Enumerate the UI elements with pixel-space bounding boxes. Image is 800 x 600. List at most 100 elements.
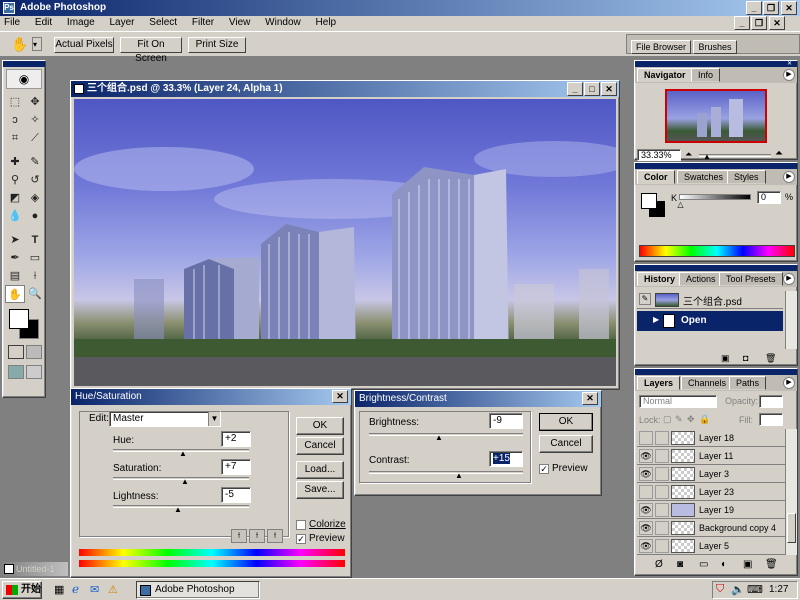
visibility-eye-icon[interactable] xyxy=(639,431,653,445)
notes-tool-icon[interactable]: ▤ xyxy=(5,267,25,285)
taskbar-photoshop-button[interactable]: Adobe Photoshop xyxy=(136,581,260,599)
layer-row[interactable]: 👁 Layer 19 xyxy=(637,501,785,519)
lightness-slider-thumb[interactable]: ▲ xyxy=(174,506,182,514)
layer-row[interactable]: Layer 18 xyxy=(637,429,785,447)
hand-tool-box-icon[interactable]: ✋ xyxy=(5,285,25,303)
bc-cancel-button[interactable]: Cancel xyxy=(539,435,593,453)
print-size-button[interactable]: Print Size xyxy=(188,37,246,53)
menu-image[interactable]: Image xyxy=(67,17,95,28)
tab-actions[interactable]: Actions xyxy=(679,272,723,286)
navigator-menu-icon[interactable]: ▶ xyxy=(783,69,795,81)
quicklaunch-ie-icon[interactable]: ℯ xyxy=(72,582,79,596)
brushes-tab[interactable]: Brushes xyxy=(693,40,737,54)
layer-row[interactable]: 👁 Layer 11 xyxy=(637,447,785,465)
k-value-field[interactable]: 0 xyxy=(757,191,781,204)
layer-link-icon[interactable] xyxy=(655,521,669,535)
lock-all-icon[interactable]: 🔒 xyxy=(699,414,710,425)
visibility-eye-icon[interactable] xyxy=(639,485,653,499)
antivirus-tray-icon[interactable]: ⛉ xyxy=(716,583,724,596)
minimize-button[interactable]: _ xyxy=(746,1,762,15)
zoom-tool-icon[interactable]: 🔍 xyxy=(25,285,45,303)
shape-tool-icon[interactable]: ▭ xyxy=(25,249,45,267)
healing-brush-icon[interactable]: ✚ xyxy=(5,153,25,171)
history-trash-icon[interactable]: 🗑 xyxy=(765,353,776,364)
bucket-tool-icon[interactable]: ◈ xyxy=(25,189,45,207)
history-snapshot-row[interactable]: ✎ 三个组合.psd xyxy=(637,291,783,309)
menu-help[interactable]: Help xyxy=(316,17,337,28)
doc-close-button[interactable]: ✕ xyxy=(769,16,785,30)
volume-tray-icon[interactable]: 🔈 xyxy=(731,583,745,596)
saturation-field[interactable]: +7 xyxy=(221,459,251,475)
hue-saturation-close-button[interactable]: ✕ xyxy=(332,390,348,403)
zoom-in-icon[interactable]: ⏶ xyxy=(775,148,783,159)
layer-link-icon[interactable] xyxy=(655,503,669,517)
visibility-eye-icon[interactable]: 👁 xyxy=(639,503,653,517)
colorize-checkbox[interactable] xyxy=(296,520,306,530)
tab-channels[interactable]: Channels xyxy=(681,376,734,390)
layer-link-icon[interactable] xyxy=(655,449,669,463)
contrast-slider-track[interactable] xyxy=(369,471,523,474)
blend-mode-select[interactable]: Normal xyxy=(639,395,717,408)
layer-mask-icon[interactable]: ◙ xyxy=(677,559,683,570)
color-menu-icon[interactable]: ▶ xyxy=(783,171,795,183)
path-select-icon[interactable]: ➤ xyxy=(5,231,25,249)
history-state-open[interactable]: ▶ Open xyxy=(637,311,783,331)
delete-layer-icon[interactable]: 🗑 xyxy=(765,559,778,570)
slice-tool-icon[interactable]: ⟋ xyxy=(25,129,45,147)
close-button[interactable]: ✕ xyxy=(781,1,797,15)
menu-layer[interactable]: Layer xyxy=(110,17,135,28)
layer-set-icon[interactable]: ▭ xyxy=(699,559,708,570)
hue-sat-cancel-button[interactable]: Cancel xyxy=(296,437,344,455)
navigator-thumbnail[interactable] xyxy=(665,89,767,143)
tab-layers[interactable]: Layers xyxy=(637,376,681,390)
standard-mode-icon[interactable] xyxy=(8,345,24,359)
layer-link-icon[interactable] xyxy=(655,431,669,445)
document-minimize-button[interactable]: _ xyxy=(567,82,583,96)
history-scrollbar[interactable] xyxy=(785,291,797,349)
k-slider-thumb[interactable]: △ xyxy=(677,201,684,209)
hue-slider-thumb[interactable]: ▲ xyxy=(179,450,187,458)
stamp-tool-icon[interactable]: ⚲ xyxy=(5,171,25,189)
menu-edit[interactable]: Edit xyxy=(35,17,52,28)
lasso-tool-icon[interactable]: ↄ xyxy=(5,111,25,129)
eyedropper-sample-icon[interactable]: ⟊ xyxy=(231,529,247,543)
tab-paths[interactable]: Paths xyxy=(729,376,767,390)
tab-swatches[interactable]: Swatches xyxy=(677,170,731,184)
layer-style-icon[interactable]: Ø xyxy=(655,559,663,570)
brightness-field[interactable]: -9 xyxy=(489,413,523,429)
color-fg-swatch[interactable] xyxy=(641,193,657,209)
layers-scrollbar[interactable] xyxy=(785,429,797,555)
contrast-field[interactable]: +15 xyxy=(489,451,523,467)
tab-tool-presets[interactable]: Tool Presets xyxy=(719,272,783,286)
tab-styles[interactable]: Styles xyxy=(727,170,766,184)
jump-to-imageready-icon[interactable] xyxy=(26,365,42,379)
saturation-slider-thumb[interactable]: ▲ xyxy=(181,478,189,486)
layer-link-icon[interactable] xyxy=(655,485,669,499)
bc-preview-checkbox[interactable]: ✓ xyxy=(539,464,549,474)
new-layer-icon[interactable]: ▣ xyxy=(743,559,752,570)
eyedropper-subtract-icon[interactable]: ⟊ xyxy=(267,529,283,543)
zoom-field[interactable]: 33.33% xyxy=(637,149,681,161)
doc-minimize-button[interactable]: _ xyxy=(734,16,750,30)
layers-scroll-thumb[interactable] xyxy=(787,513,796,543)
tab-history[interactable]: History xyxy=(637,272,683,286)
fill-field[interactable] xyxy=(759,413,783,426)
visibility-eye-icon[interactable]: 👁 xyxy=(639,521,653,535)
tab-color[interactable]: Color xyxy=(637,170,675,184)
edit-select[interactable]: Master ▼ xyxy=(109,411,221,427)
restore-button[interactable]: ❐ xyxy=(763,1,779,15)
tab-info[interactable]: Info xyxy=(691,68,721,82)
marquee-tool-icon[interactable]: ⬚ xyxy=(5,93,25,111)
layers-menu-icon[interactable]: ▶ xyxy=(783,377,795,389)
eraser-tool-icon[interactable]: ◩ xyxy=(5,189,25,207)
visibility-eye-icon[interactable]: 👁 xyxy=(639,449,653,463)
lock-move-icon[interactable]: ✥ xyxy=(687,414,695,425)
hue-sat-save-button[interactable]: Save... xyxy=(296,481,344,499)
network-tray-icon[interactable]: ⌨ xyxy=(747,583,763,596)
type-tool-icon[interactable]: T xyxy=(25,231,45,249)
color-ramp[interactable] xyxy=(639,245,795,257)
eyedropper-add-icon[interactable]: ⟊ xyxy=(249,529,265,543)
opacity-field[interactable] xyxy=(759,395,783,408)
lock-brush-icon[interactable]: ✎ xyxy=(675,414,683,425)
screen-mode-icon[interactable] xyxy=(8,365,24,379)
